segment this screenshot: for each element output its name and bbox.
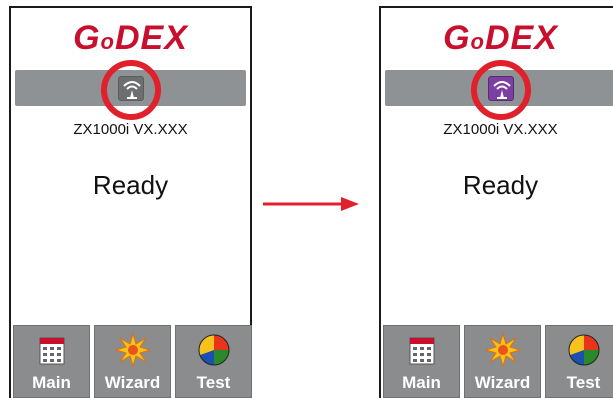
calendar-icon (409, 337, 434, 365)
printer-status: Ready (462, 170, 539, 200)
wizard-button[interactable]: Wizard (464, 325, 541, 398)
button-row: Main Wizard Test (13, 325, 252, 398)
model-version: ZX1000i VX.XXX (443, 121, 558, 138)
test-button[interactable]: Test (175, 325, 252, 398)
pie-chart-icon (198, 334, 229, 366)
test-button-label: Test (566, 373, 601, 392)
main-button-label: Main (402, 373, 441, 392)
wizard-burst-icon (114, 332, 151, 368)
printer-screen-before: GoDEX ZX1000i VX.XXX Ready Main Wizard T… (9, 6, 252, 398)
transition-arrow (263, 197, 359, 211)
calendar-icon (39, 337, 64, 365)
highlight-circle (470, 60, 531, 120)
model-version: ZX1000i VX.XXX (73, 121, 188, 138)
wizard-button-label: Wizard (104, 373, 161, 392)
button-row: Main Wizard Test (383, 325, 613, 398)
printer-screen-after: GoDEX ZX1000i VX.XXX Ready Main Wizard T… (379, 6, 613, 398)
main-button-label: Main (32, 373, 71, 392)
godex-logo: GoDEX (443, 19, 558, 57)
wizard-button-label: Wizard (474, 373, 531, 392)
wizard-burst-icon (484, 332, 521, 368)
test-button-label: Test (196, 373, 231, 392)
main-button[interactable]: Main (383, 325, 460, 398)
pie-chart-icon (568, 334, 599, 366)
wizard-button[interactable]: Wizard (94, 325, 171, 398)
main-button[interactable]: Main (13, 325, 90, 398)
test-button[interactable]: Test (545, 325, 613, 398)
printer-status: Ready (92, 170, 169, 200)
godex-logo: GoDEX (73, 19, 188, 57)
highlight-circle (100, 60, 161, 120)
